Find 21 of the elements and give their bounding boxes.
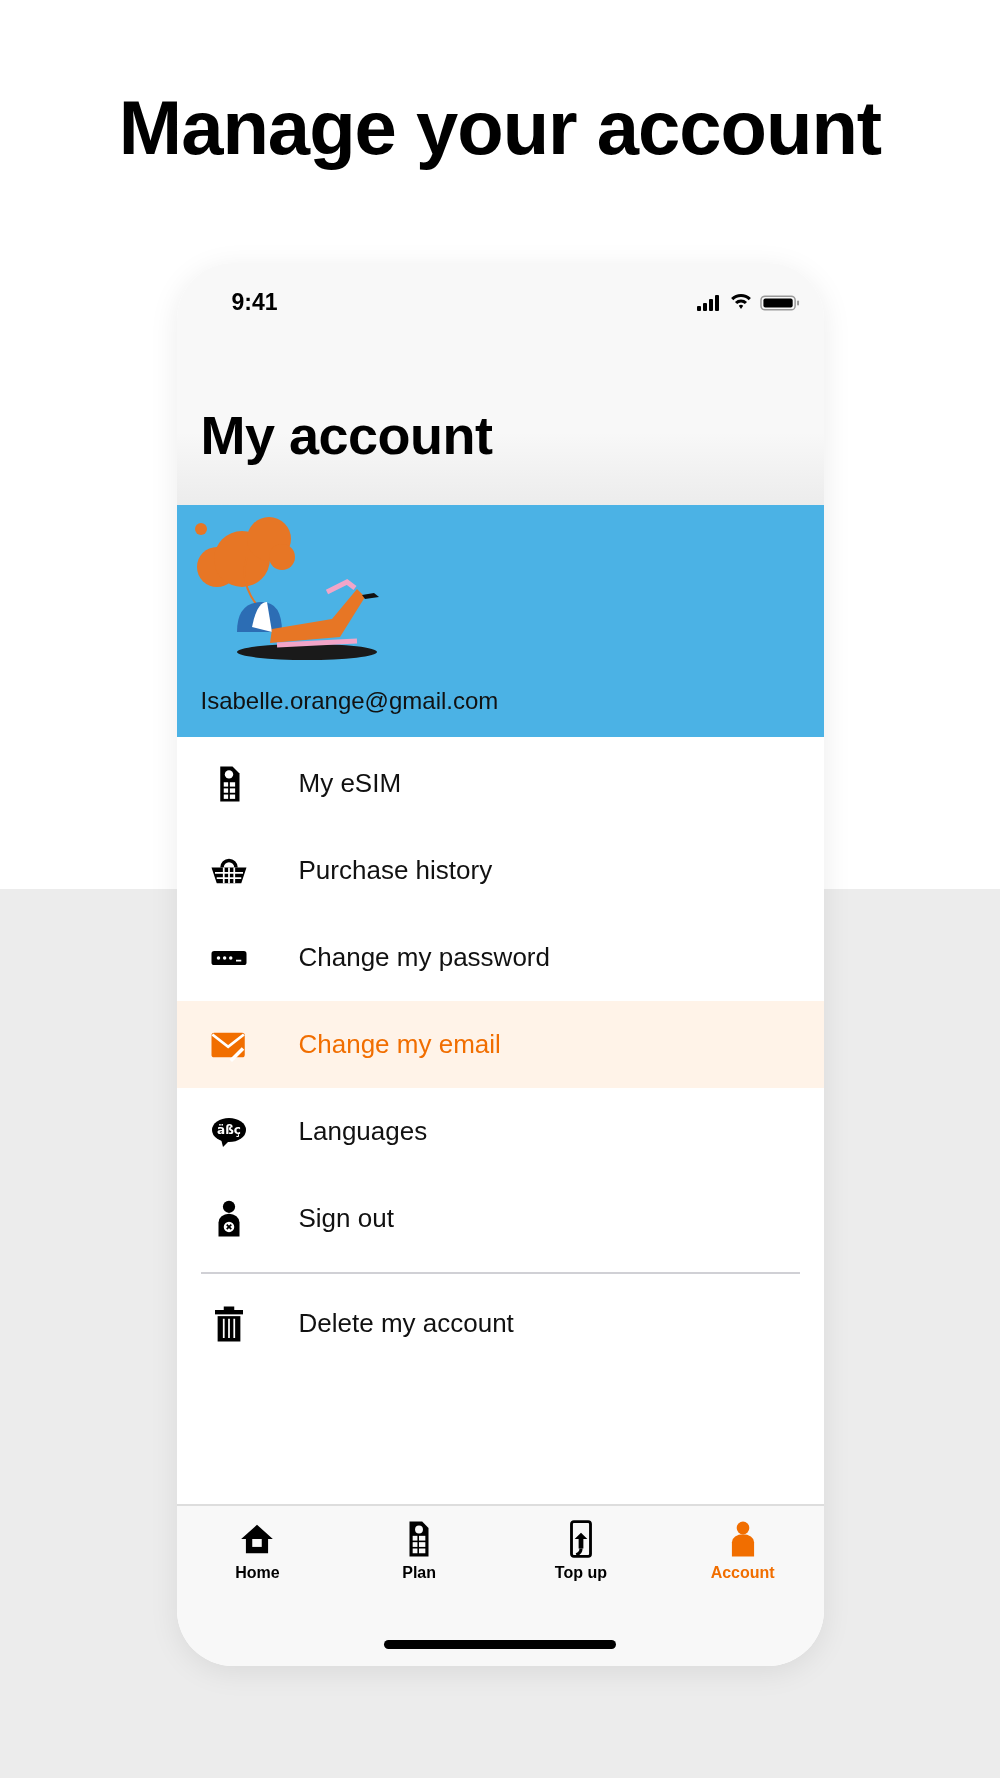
menu-label: Change my password: [298, 942, 550, 973]
menu-label: My eSIM: [298, 768, 402, 799]
headline: Manage your account: [118, 84, 882, 171]
menu-item[interactable]: äßç Languages: [176, 1088, 824, 1175]
menu-item[interactable]: Sign out: [176, 1175, 824, 1262]
email-address: Isabelle.orange@gmail.com: [200, 687, 500, 715]
menu-label: Purchase history: [298, 855, 493, 886]
menu-label: Delete my account: [298, 1308, 514, 1339]
menu-item[interactable]: Change my password: [176, 914, 824, 1001]
menu-item[interactable]: Delete my account: [176, 1280, 824, 1367]
menu-label: Change my email: [298, 1029, 501, 1060]
tab[interactable]: Top up: [500, 1520, 662, 1582]
tab[interactable]: Plan: [338, 1520, 500, 1582]
page-title: My account: [200, 404, 494, 466]
menu-label: Sign out: [298, 1203, 394, 1234]
menu-label: Languages: [298, 1116, 428, 1147]
battery-icon: [759, 293, 800, 312]
status-time: 9:41: [231, 289, 278, 316]
menu-item[interactable]: My eSIM: [176, 740, 824, 827]
tab[interactable]: Home: [176, 1520, 339, 1582]
menu-item[interactable]: Purchase history: [176, 827, 824, 914]
